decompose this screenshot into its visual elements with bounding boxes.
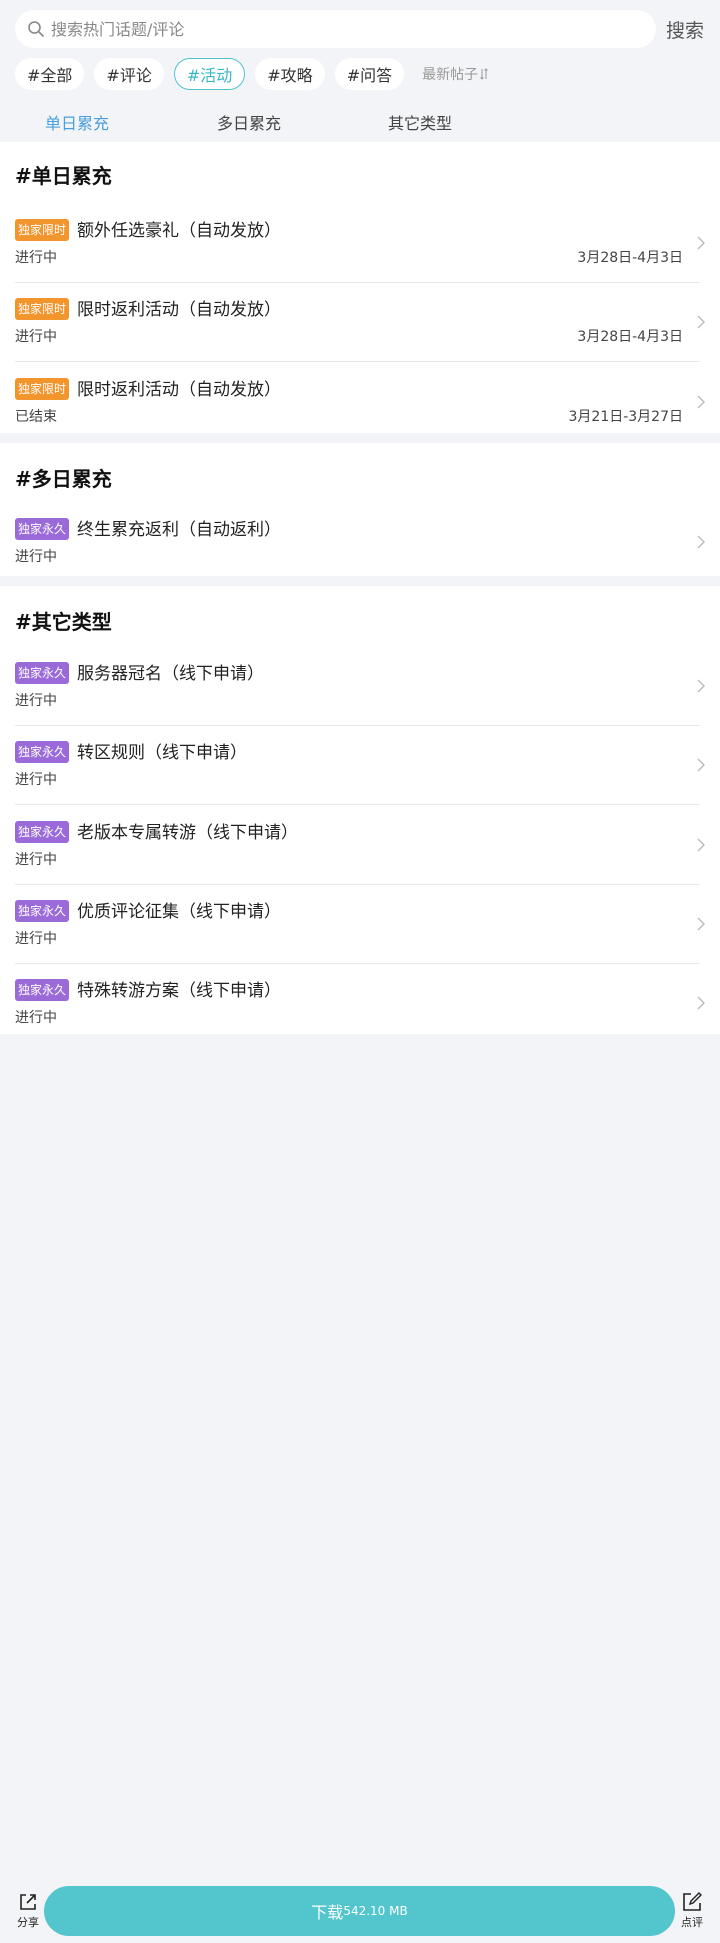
badge-permanent: 独家永久 <box>15 518 70 540</box>
chevron-right-icon <box>697 535 705 549</box>
search-input[interactable] <box>51 19 641 39</box>
download-button[interactable]: 下载 542.10 MB <box>44 1886 675 1936</box>
chevron-right-icon <box>697 996 705 1010</box>
list-item[interactable]: 独家永久 终生累充返利（自动返利） 进行中 <box>15 503 705 575</box>
item-status: 进行中 <box>15 1010 57 1026</box>
chevron-right-icon <box>697 236 705 250</box>
tab-multi-day[interactable]: 多日累充 <box>217 110 281 134</box>
share-icon <box>20 1894 36 1910</box>
section-title: #多日累充 <box>15 467 112 491</box>
list-item[interactable]: 独家限时 限时返利活动（自动发放） 进行中 3月28日-4月3日 <box>15 283 705 362</box>
item-title: 服务器冠名（线下申请） <box>77 664 264 684</box>
badge-limited: 独家限时 <box>15 298 70 320</box>
filter-chip-qa[interactable]: #问答 <box>334 58 405 90</box>
filter-chip-guides[interactable]: #攻略 <box>255 58 325 90</box>
chevron-right-icon <box>697 838 705 852</box>
review-label: 点评 <box>681 1916 703 1929</box>
chevron-right-icon <box>697 395 705 409</box>
review-button[interactable]: 点评 <box>672 1885 712 1935</box>
item-title: 限时返利活动（自动发放） <box>77 380 281 400</box>
section-other-types: #其它类型 独家永久 服务器冠名（线下申请） 进行中 独家永久 转区规则（线下申… <box>0 586 720 1034</box>
section-title: #其它类型 <box>15 610 112 634</box>
item-date: 3月28日-4月3日 <box>577 250 683 266</box>
section-title: #单日累充 <box>15 164 112 188</box>
item-date: 3月28日-4月3日 <box>577 329 683 345</box>
item-status: 进行中 <box>15 852 57 868</box>
item-title: 终生累充返利（自动返利） <box>77 520 281 540</box>
item-status: 进行中 <box>15 931 57 947</box>
item-status: 已结束 <box>15 409 57 425</box>
edit-icon <box>683 1892 702 1911</box>
bottom-action-bar: 分享 下载 542.10 MB 点评 <box>0 1883 720 1943</box>
badge-permanent: 独家永久 <box>15 900 70 922</box>
sort-label: 最新帖子 <box>422 67 479 83</box>
list-item[interactable]: 独家永久 老版本专属转游（线下申请） 进行中 <box>15 806 705 885</box>
badge-permanent: 独家永久 <box>15 979 70 1001</box>
share-button[interactable]: 分享 <box>8 1885 48 1935</box>
badge-permanent: 独家永久 <box>15 741 70 763</box>
item-title: 额外任选豪礼（自动发放） <box>77 221 281 241</box>
download-size: 542.10 MB <box>343 1904 408 1918</box>
list-item[interactable]: 独家永久 特殊转游方案（线下申请） 进行中 <box>15 964 705 1034</box>
item-title: 老版本专属转游（线下申请） <box>77 823 298 843</box>
item-title: 特殊转游方案（线下申请） <box>77 981 281 1001</box>
chevron-right-icon <box>697 758 705 772</box>
sort-dropdown[interactable]: 最新帖子 <box>422 64 488 84</box>
item-title: 优质评论征集（线下申请） <box>77 902 281 922</box>
chevron-right-icon <box>697 917 705 931</box>
filter-chip-events[interactable]: #活动 <box>173 58 246 90</box>
badge-limited: 独家限时 <box>15 378 70 400</box>
list-item[interactable]: 独家永久 转区规则（线下申请） 进行中 <box>15 726 705 805</box>
download-label: 下载 <box>311 1903 344 1922</box>
tab-single-day[interactable]: 单日累充 <box>45 110 109 134</box>
search-box[interactable] <box>15 10 656 48</box>
item-title: 限时返利活动（自动发放） <box>77 300 281 320</box>
search-icon <box>28 21 44 37</box>
section-single-day: #单日累充 独家限时 额外任选豪礼（自动发放） 进行中 3月28日-4月3日 独… <box>0 142 720 433</box>
badge-permanent: 独家永久 <box>15 662 70 684</box>
badge-limited: 独家限时 <box>15 219 70 241</box>
item-status: 进行中 <box>15 549 57 565</box>
sort-icon <box>480 68 488 80</box>
item-status: 进行中 <box>15 250 57 266</box>
chevron-right-icon <box>697 315 705 329</box>
topic-filters: #全部 #评论 #活动 #攻略 #问答 最新帖子 <box>15 58 488 90</box>
list-item[interactable]: 独家限时 限时返利活动（自动发放） 已结束 3月21日-3月27日 <box>15 363 705 433</box>
search-button[interactable]: 搜索 <box>666 16 704 43</box>
section-multi-day: #多日累充 独家永久 终生累充返利（自动返利） 进行中 <box>0 443 720 576</box>
badge-permanent: 独家永久 <box>15 821 70 843</box>
item-status: 进行中 <box>15 772 57 788</box>
list-item[interactable]: 独家限时 额外任选豪礼（自动发放） 进行中 3月28日-4月3日 <box>15 204 705 283</box>
list-item[interactable]: 独家永久 服务器冠名（线下申请） 进行中 <box>15 647 705 726</box>
top-bar: 搜索 #全部 #评论 #活动 #攻略 #问答 最新帖子 单日累充 多日累充 其它… <box>0 0 720 142</box>
share-label: 分享 <box>17 1916 39 1929</box>
item-date: 3月21日-3月27日 <box>568 409 684 425</box>
filter-chip-reviews[interactable]: #评论 <box>94 58 164 90</box>
item-status: 进行中 <box>15 329 57 345</box>
divider <box>15 804 700 805</box>
list-item[interactable]: 独家永久 优质评论征集（线下申请） 进行中 <box>15 885 705 964</box>
filter-chip-all[interactable]: #全部 <box>15 58 85 90</box>
divider <box>15 361 700 362</box>
chevron-right-icon <box>697 679 705 693</box>
category-tabs: 单日累充 多日累充 其它类型 <box>0 106 720 138</box>
tab-other-types[interactable]: 其它类型 <box>388 110 452 134</box>
item-status: 进行中 <box>15 693 57 709</box>
item-title: 转区规则（线下申请） <box>77 743 247 763</box>
